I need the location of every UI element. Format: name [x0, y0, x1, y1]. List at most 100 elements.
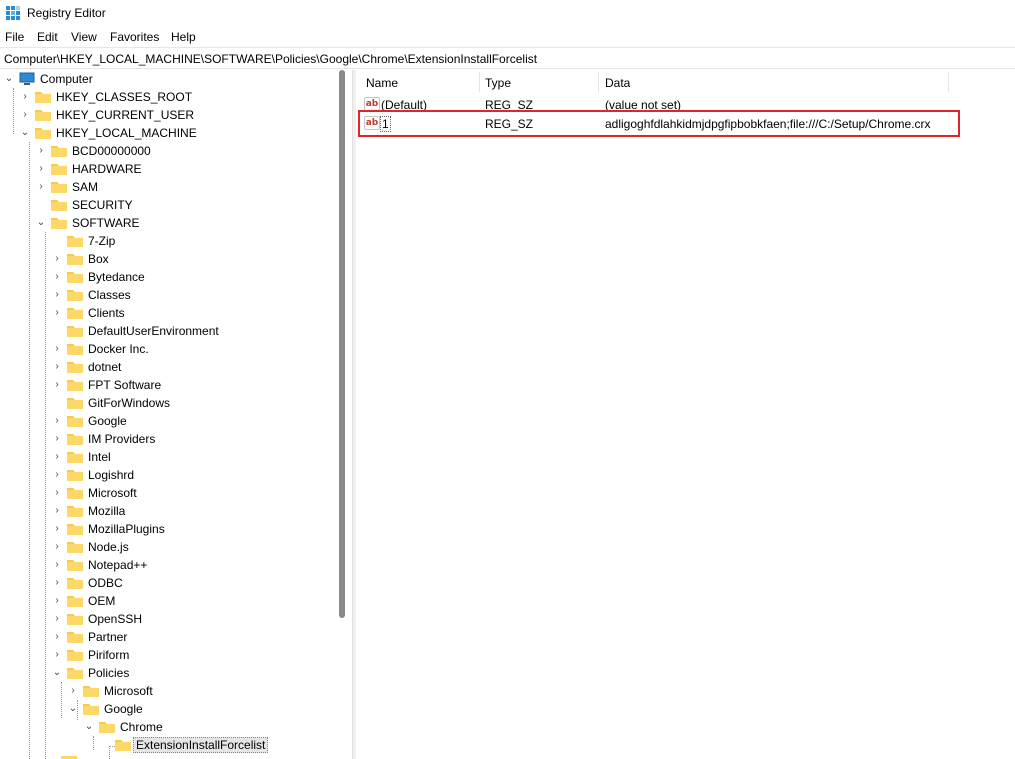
folder-icon — [67, 542, 83, 553]
string-value-icon: ab — [364, 97, 380, 111]
chevron-right-icon[interactable]: › — [36, 163, 46, 175]
tree-item-computer[interactable]: ⌄ Computer — [0, 70, 340, 88]
tree-item-logishrd[interactable]: › Logishrd — [0, 466, 340, 484]
chevron-right-icon[interactable]: › — [52, 451, 62, 463]
tree-item-dotnet[interactable]: › dotnet — [0, 358, 340, 376]
menu-favorites[interactable]: Favorites — [110, 30, 159, 44]
tree-item-mozilla[interactable]: › Mozilla — [0, 502, 340, 520]
chevron-right-icon[interactable]: › — [52, 613, 62, 625]
tree-item-policies-microsoft[interactable]: › Microsoft — [0, 682, 340, 700]
tree-pane[interactable]: ⌄ Computer › HKEY_CLASSES_ROOT › HKEY_CU… — [0, 70, 352, 759]
chevron-right-icon[interactable]: › — [52, 487, 62, 499]
tree-item-hkey-classes-root[interactable]: › HKEY_CLASSES_ROOT — [0, 88, 340, 106]
tree-item-security[interactable]: SECURITY — [0, 196, 340, 214]
registry-editor-icon — [6, 6, 20, 20]
folder-icon — [51, 164, 67, 175]
tree-item-partner[interactable]: › Partner — [0, 628, 340, 646]
chevron-right-icon[interactable]: › — [52, 343, 62, 355]
chevron-down-icon[interactable]: ⌄ — [4, 73, 14, 85]
chevron-right-icon[interactable]: › — [52, 379, 62, 391]
chevron-right-icon[interactable]: › — [52, 253, 62, 265]
chevron-right-icon[interactable]: › — [52, 415, 62, 427]
column-separator[interactable] — [948, 72, 949, 92]
tree-item-hardware[interactable]: › HARDWARE — [0, 160, 340, 178]
menu-view[interactable]: View — [71, 30, 97, 44]
tree-item-notepad[interactable]: › Notepad++ — [0, 556, 340, 574]
tree-item-oem[interactable]: › OEM — [0, 592, 340, 610]
tree-item-docker-inc[interactable]: › Docker Inc. — [0, 340, 340, 358]
annotation-highlight-box — [358, 110, 960, 137]
column-header-data[interactable]: Data — [605, 76, 630, 90]
chevron-right-icon[interactable]: › — [52, 505, 62, 517]
tree-item-hkey-current-user[interactable]: › HKEY_CURRENT_USER — [0, 106, 340, 124]
tree-label: SECURITY — [72, 198, 133, 212]
tree-item-7-zip[interactable]: 7-Zip — [0, 232, 340, 250]
chevron-down-icon[interactable]: ⌄ — [20, 127, 30, 139]
menu-help[interactable]: Help — [171, 30, 196, 44]
chevron-right-icon[interactable]: › — [52, 271, 62, 283]
tree-item-mozillaplugins[interactable]: › MozillaPlugins — [0, 520, 340, 538]
column-header-name[interactable]: Name — [366, 76, 398, 90]
chevron-right-icon[interactable]: › — [20, 91, 30, 103]
column-header-type[interactable]: Type — [485, 76, 511, 90]
chevron-down-icon[interactable]: ⌄ — [36, 217, 46, 229]
tree-item-classes[interactable]: › Classes — [0, 286, 340, 304]
tree-item-sam[interactable]: › SAM — [0, 178, 340, 196]
tree-item-extensioninstallforcelist[interactable]: ExtensionInstallForcelist — [0, 736, 340, 754]
chevron-right-icon[interactable]: › — [68, 685, 78, 697]
chevron-right-icon[interactable]: › — [36, 181, 46, 193]
menu-file[interactable]: File — [5, 30, 24, 44]
chevron-down-icon[interactable]: ⌄ — [84, 721, 94, 733]
tree-item-defaultuserenvironment[interactable]: DefaultUserEnvironment — [0, 322, 340, 340]
tree-item-google[interactable]: › Google — [0, 412, 340, 430]
chevron-right-icon[interactable]: › — [52, 469, 62, 481]
chevron-right-icon[interactable]: › — [52, 577, 62, 589]
tree-label: Policies — [88, 666, 130, 680]
chevron-right-icon[interactable]: › — [52, 559, 62, 571]
folder-icon — [67, 308, 83, 319]
chevron-right-icon[interactable]: › — [52, 631, 62, 643]
tree-label: Google — [88, 414, 127, 428]
chevron-down-icon[interactable]: ⌄ — [68, 703, 78, 715]
tree-item-piriform[interactable]: › Piriform — [0, 646, 340, 664]
tree-item-node-js[interactable]: › Node.js — [0, 538, 340, 556]
chevron-right-icon[interactable]: › — [52, 649, 62, 661]
chevron-right-icon[interactable]: › — [36, 145, 46, 157]
column-separator[interactable] — [598, 72, 599, 92]
chevron-right-icon[interactable]: › — [52, 361, 62, 373]
tree-item-bcd[interactable]: › BCD00000000 — [0, 142, 340, 160]
chevron-right-icon[interactable]: › — [52, 595, 62, 607]
column-separator[interactable] — [479, 72, 480, 92]
tree-item-odbc[interactable]: › ODBC — [0, 574, 340, 592]
tree-item-intel[interactable]: › Intel — [0, 448, 340, 466]
tree-item-box[interactable]: › Box — [0, 250, 340, 268]
tree-label: OpenSSH — [88, 612, 143, 626]
tree-item-chrome[interactable]: ⌄ Chrome — [0, 718, 340, 736]
chevron-right-icon[interactable]: › — [52, 523, 62, 535]
chevron-right-icon[interactable]: › — [52, 289, 62, 301]
tree-item-policies-google[interactable]: ⌄ Google — [0, 700, 340, 718]
address-bar[interactable]: Computer\HKEY_LOCAL_MACHINE\SOFTWARE\Pol… — [0, 47, 1015, 69]
chevron-right-icon[interactable]: › — [52, 433, 62, 445]
tree-item-policies[interactable]: ⌄ Policies — [0, 664, 340, 682]
menu-edit[interactable]: Edit — [37, 30, 58, 44]
chevron-down-icon[interactable]: ⌄ — [52, 667, 62, 679]
tree-item-hkey-local-machine[interactable]: ⌄ HKEY_LOCAL_MACHINE — [0, 124, 340, 142]
tree-item-gitforwindows[interactable]: GitForWindows — [0, 394, 340, 412]
tree-item-clients[interactable]: › Clients — [0, 304, 340, 322]
window-title: Registry Editor — [27, 6, 106, 20]
chevron-right-icon[interactable]: › — [20, 109, 30, 121]
tree-item-openssh[interactable]: › OpenSSH — [0, 610, 340, 628]
tree-item-im-providers[interactable]: › IM Providers — [0, 430, 340, 448]
computer-icon — [19, 72, 35, 85]
tree-scrollbar[interactable] — [339, 70, 345, 618]
chevron-right-icon[interactable]: › — [52, 307, 62, 319]
tree-item-software[interactable]: ⌄ SOFTWARE — [0, 214, 340, 232]
tree-item-microsoft[interactable]: › Microsoft — [0, 484, 340, 502]
address-path[interactable]: Computer\HKEY_LOCAL_MACHINE\SOFTWARE\Pol… — [4, 52, 537, 66]
tree-item-fpt-software[interactable]: › FPT Software — [0, 376, 340, 394]
tree-item-bytedance[interactable]: › Bytedance — [0, 268, 340, 286]
chevron-right-icon[interactable]: › — [52, 541, 62, 553]
folder-icon — [67, 272, 83, 283]
values-list[interactable]: Name Type Data ab (Default) REG_SZ (valu… — [356, 70, 1015, 759]
